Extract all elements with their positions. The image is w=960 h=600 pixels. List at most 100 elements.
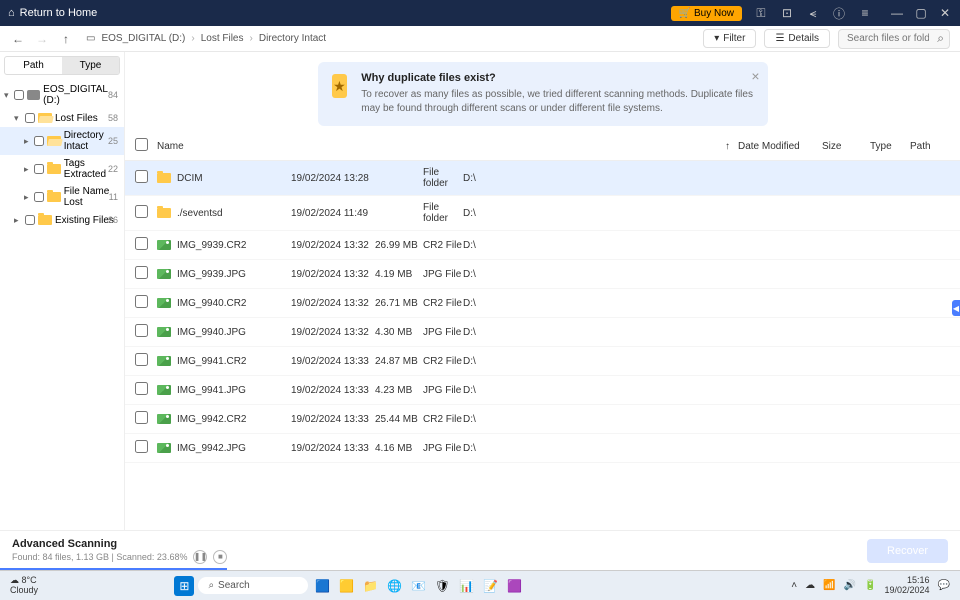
tree-item[interactable]: ▾EOS_DIGITAL (D:)84: [0, 81, 124, 109]
system-tray[interactable]: ˄ ☁ 📶 🔊 🔋 15:16 19/02/2024 💬: [791, 576, 950, 596]
row-checkbox[interactable]: [135, 237, 148, 250]
stop-button[interactable]: ■: [213, 550, 227, 564]
preview-toggle[interactable]: ◀: [952, 300, 960, 316]
tree-checkbox[interactable]: [25, 215, 35, 225]
tree-label: Existing Files: [55, 215, 114, 226]
image-icon: [157, 297, 171, 309]
cloud-icon[interactable]: ☁: [805, 580, 815, 591]
scan-title: Advanced Scanning: [12, 538, 227, 550]
tree-label: Lost Files: [55, 113, 98, 124]
return-home-button[interactable]: ⌂ Return to Home: [8, 7, 97, 19]
task-app-4[interactable]: 🌐: [384, 576, 404, 596]
file-name: IMG_9939.JPG: [177, 269, 246, 280]
back-button[interactable]: ←: [10, 32, 26, 46]
search-input[interactable]: [838, 29, 950, 49]
row-checkbox[interactable]: [135, 170, 148, 183]
row-checkbox[interactable]: [135, 353, 148, 366]
tree-checkbox[interactable]: [34, 192, 44, 202]
recover-button[interactable]: Recover: [867, 539, 948, 563]
task-app-8[interactable]: 📝: [480, 576, 500, 596]
sort-arrow-icon[interactable]: ↑: [725, 141, 730, 152]
table-header: Name ↑ Date Modified Size Type Path: [125, 132, 960, 161]
info-icon[interactable]: ⓘ: [832, 6, 846, 20]
task-app-5[interactable]: 📧: [408, 576, 428, 596]
caret-icon: ▾: [14, 113, 22, 124]
tree-item[interactable]: ▸Tags Extracted22: [0, 155, 124, 183]
volume-icon[interactable]: 🔊: [844, 580, 856, 591]
info-banner: ★ Why duplicate files exist? To recover …: [318, 62, 768, 126]
tree-item[interactable]: ▸Existing Files26: [0, 211, 124, 229]
pause-button[interactable]: ❚❚: [193, 550, 207, 564]
tree-checkbox[interactable]: [34, 136, 44, 146]
battery-icon[interactable]: 🔋: [864, 580, 876, 591]
folder-open-icon: [38, 112, 52, 124]
file-date: 19/02/2024 13:33: [291, 385, 375, 396]
table-row[interactable]: ./seventsd19/02/2024 11:49File folderD:\: [125, 196, 960, 231]
tab-type[interactable]: Type: [62, 57, 119, 74]
notification-icon[interactable]: 💬: [938, 580, 950, 591]
row-checkbox[interactable]: [135, 440, 148, 453]
tree-item[interactable]: ▸File Name Lost11: [0, 183, 124, 211]
share-icon[interactable]: ⪪: [806, 6, 820, 20]
start-button[interactable]: ⊞: [174, 576, 194, 596]
folder-icon: [157, 207, 171, 219]
table-row[interactable]: DCIM19/02/2024 13:28File folderD:\: [125, 161, 960, 196]
table-row[interactable]: IMG_9942.JPG19/02/2024 13:334.16 MBJPG F…: [125, 434, 960, 463]
task-app-9[interactable]: 🟪: [504, 576, 524, 596]
menu-icon[interactable]: ≡: [858, 6, 872, 20]
table-row[interactable]: IMG_9941.CR219/02/2024 13:3324.87 MBCR2 …: [125, 347, 960, 376]
table-row[interactable]: IMG_9939.CR219/02/2024 13:3226.99 MBCR2 …: [125, 231, 960, 260]
tab-path[interactable]: Path: [5, 57, 62, 74]
file-type: JPG File: [423, 327, 463, 338]
tree-item[interactable]: ▾Lost Files58: [0, 109, 124, 127]
row-checkbox[interactable]: [135, 295, 148, 308]
col-type[interactable]: Type: [870, 141, 910, 152]
taskbar-search[interactable]: ⌕ Search: [198, 577, 308, 594]
table-row[interactable]: IMG_9940.JPG19/02/2024 13:324.30 MBJPG F…: [125, 318, 960, 347]
up-button[interactable]: ↑: [58, 32, 74, 46]
row-checkbox[interactable]: [135, 205, 148, 218]
task-app-1[interactable]: 🟦: [312, 576, 332, 596]
col-date[interactable]: Date Modified: [738, 141, 822, 152]
filter-button[interactable]: ▾ Filter: [703, 29, 756, 48]
breadcrumb-seg-0[interactable]: EOS_DIGITAL (D:): [101, 33, 185, 44]
col-path[interactable]: Path: [910, 141, 950, 152]
task-app-2[interactable]: 🟨: [336, 576, 356, 596]
weather-widget[interactable]: ☁ 8°C Cloudy: [10, 576, 38, 596]
row-checkbox[interactable]: [135, 266, 148, 279]
file-type: JPG File: [423, 385, 463, 396]
banner-close-button[interactable]: ×: [751, 68, 759, 84]
breadcrumb-seg-1[interactable]: Lost Files: [201, 33, 244, 44]
task-app-7[interactable]: 📊: [456, 576, 476, 596]
details-button[interactable]: ☰ Details: [764, 29, 830, 48]
col-name[interactable]: Name: [157, 141, 277, 152]
row-checkbox[interactable]: [135, 324, 148, 337]
tree-checkbox[interactable]: [25, 113, 35, 123]
tree-checkbox[interactable]: [34, 164, 44, 174]
forward-button[interactable]: →: [34, 32, 50, 46]
table-row[interactable]: IMG_9941.JPG19/02/2024 13:334.23 MBJPG F…: [125, 376, 960, 405]
breadcrumb-seg-2[interactable]: Directory Intact: [259, 33, 326, 44]
select-all-checkbox[interactable]: [135, 138, 148, 151]
feedback-icon[interactable]: ⊡: [780, 6, 794, 20]
file-name: IMG_9942.CR2: [177, 414, 246, 425]
tree-item[interactable]: ▸Directory Intact25: [0, 127, 124, 155]
file-date: 19/02/2024 13:32: [291, 327, 375, 338]
table-row[interactable]: IMG_9942.CR219/02/2024 13:3325.44 MBCR2 …: [125, 405, 960, 434]
row-checkbox[interactable]: [135, 411, 148, 424]
close-button[interactable]: ✕: [938, 6, 952, 20]
table-row[interactable]: IMG_9940.CR219/02/2024 13:3226.71 MBCR2 …: [125, 289, 960, 318]
table-row[interactable]: IMG_9939.JPG19/02/2024 13:324.19 MBJPG F…: [125, 260, 960, 289]
tree-checkbox[interactable]: [14, 90, 24, 100]
task-app-6[interactable]: 🛡: [432, 576, 452, 596]
buy-now-button[interactable]: 🛒 Buy Now: [671, 6, 742, 21]
maximize-button[interactable]: ▢: [914, 6, 928, 20]
wifi-icon[interactable]: 📶: [823, 580, 835, 591]
col-size[interactable]: Size: [822, 141, 870, 152]
chevron-up-icon[interactable]: ˄: [791, 580, 797, 591]
row-checkbox[interactable]: [135, 382, 148, 395]
task-app-3[interactable]: 📁: [360, 576, 380, 596]
funnel-icon: ▾: [714, 33, 719, 44]
minimize-button[interactable]: —: [890, 6, 904, 20]
key-icon[interactable]: ⚿: [754, 6, 768, 20]
